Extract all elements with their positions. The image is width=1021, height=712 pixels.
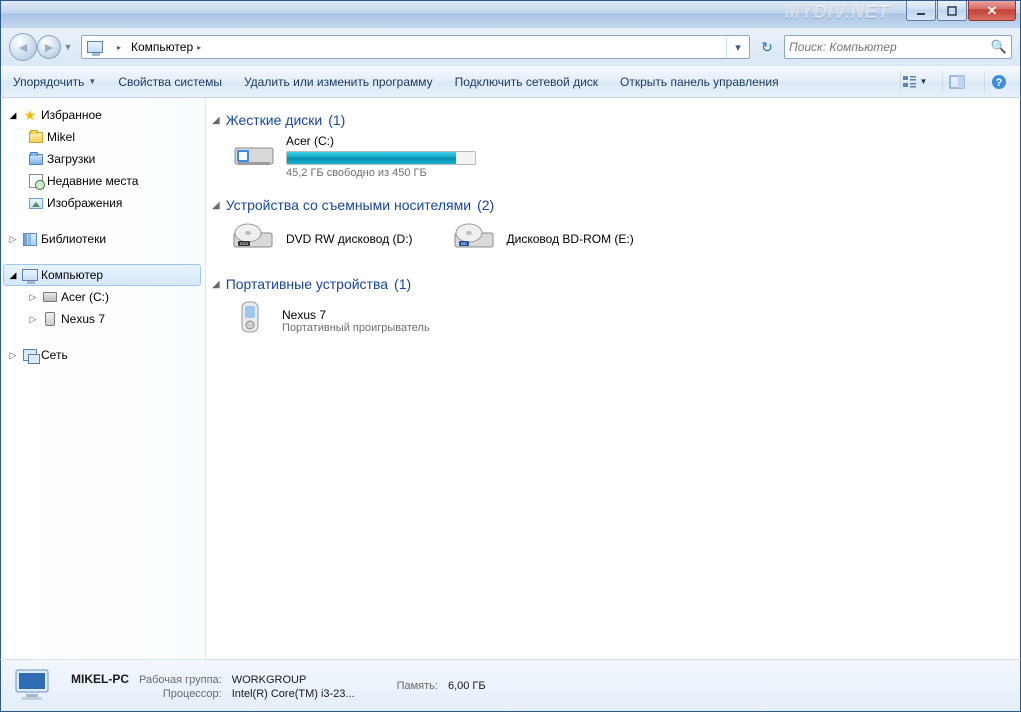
folder-icon (27, 129, 45, 145)
content-pane: ◢ Жесткие диски (1) Acer (C:) 45,2 ГБ (206, 98, 1020, 659)
search-box[interactable]: 🔍 (784, 35, 1012, 59)
chevron-right-icon[interactable]: ▷ (27, 314, 39, 325)
star-icon: ★ (21, 107, 39, 123)
system-properties-button[interactable]: Свойства системы (114, 73, 226, 91)
optical-drive-icon: BD (453, 219, 495, 258)
sidebar-item-nexus7[interactable]: ▷ Nexus 7 (1, 308, 205, 330)
organize-menu[interactable]: Упорядочить▼ (9, 73, 100, 91)
address-dropdown[interactable]: ▾ (727, 36, 749, 58)
recent-icon (27, 173, 45, 189)
drive-acer-c[interactable]: Acer (C:) 45,2 ГБ свободно из 450 ГБ (206, 134, 1010, 179)
details-pane: MIKEL-PC Рабочая группа: WORKGROUP Проце… (0, 659, 1021, 712)
uninstall-program-button[interactable]: Удалить или изменить программу (240, 73, 437, 91)
breadcrumb-root[interactable]: ▸ (108, 36, 126, 58)
status-cpu: Intel(R) Core(TM) i3-23... (232, 688, 355, 700)
group-hard-disks: ◢ Жесткие диски (1) Acer (C:) 45,2 ГБ (206, 108, 1010, 179)
chevron-down-icon[interactable]: ◢ (7, 110, 19, 121)
search-input[interactable] (789, 40, 991, 54)
device-subtitle: Портативный проигрыватель (282, 322, 430, 334)
computer-icon (21, 267, 39, 283)
computer-icon (84, 36, 106, 58)
preview-pane-button[interactable] (942, 71, 970, 93)
drive-name: DVD RW дисковод (D:) (286, 232, 413, 246)
sidebar-computer[interactable]: ◢ Компьютер (3, 264, 201, 286)
open-control-panel-button[interactable]: Открыть панель управления (616, 73, 783, 91)
hdd-icon (232, 134, 276, 170)
status-cpu-label: Процессор: (139, 688, 222, 700)
device-nexus7[interactable]: Nexus 7 Портативный проигрыватель (232, 298, 430, 343)
sidebar-item-acer-c[interactable]: ▷ Acer (C:) (1, 286, 205, 308)
group-header-removable[interactable]: ◢ Устройства со съемными носителями (2) (206, 193, 1010, 219)
pictures-icon (27, 195, 45, 211)
minimize-button[interactable] (906, 1, 936, 21)
group-header-portable[interactable]: ◢ Портативные устройства (1) (206, 272, 1010, 298)
status-pc-name: MIKEL-PC (71, 672, 129, 686)
chevron-right-icon[interactable]: ▷ (27, 292, 39, 303)
forward-button[interactable]: ► (37, 35, 61, 59)
chevron-down-icon: ◢ (212, 115, 220, 126)
back-button[interactable]: ◄ (9, 33, 37, 61)
device-name: Nexus 7 (282, 308, 430, 322)
sidebar-favorites[interactable]: ◢ ★ Избранное (1, 104, 205, 126)
folder-icon (27, 151, 45, 167)
libraries-icon (21, 231, 39, 247)
breadcrumb-computer[interactable]: Компьютер▸ (126, 36, 206, 58)
navigation-row: ◄ ► ▼ ▸ Компьютер▸ ▾ ↻ 🔍 (0, 28, 1021, 66)
phone-icon (41, 311, 59, 327)
drive-name: Acer (C:) (286, 134, 476, 148)
help-button[interactable]: ? (984, 71, 1012, 93)
svg-text:BD: BD (461, 241, 467, 246)
close-button[interactable]: ✕ (968, 1, 1016, 21)
drive-dvd-d[interactable]: DVD DVD RW дисковод (D:) (232, 219, 413, 258)
group-removable: ◢ Устройства со съемными носителями (2) … (206, 193, 1010, 258)
network-icon (21, 347, 39, 363)
drive-bd-e[interactable]: BD Дисковод BD-ROM (E:) (453, 219, 634, 258)
computer-icon (11, 666, 59, 706)
sidebar-item-pictures[interactable]: Изображения (1, 192, 205, 214)
chevron-right-icon[interactable]: ▷ (7, 234, 19, 245)
refresh-button[interactable]: ↻ (756, 36, 778, 58)
capacity-bar (286, 151, 476, 165)
chevron-down-icon[interactable]: ◢ (7, 270, 19, 281)
watermark: MYDIV.NET (785, 3, 890, 21)
group-header-hdd[interactable]: ◢ Жесткие диски (1) (206, 108, 1010, 134)
svg-text:DVD: DVD (240, 241, 249, 246)
map-network-drive-button[interactable]: Подключить сетевой диск (451, 73, 602, 91)
sidebar-network[interactable]: ▷ Сеть (1, 344, 205, 366)
view-mode-button[interactable]: ▼ (900, 71, 928, 93)
media-player-icon (232, 298, 270, 343)
sidebar-item-recent[interactable]: Недавние места (1, 170, 205, 192)
address-bar[interactable]: ▸ Компьютер▸ ▾ (81, 35, 750, 59)
status-memory-label: Память: (397, 680, 438, 692)
status-workgroup-label: Рабочая группа: (139, 674, 222, 686)
history-dropdown[interactable]: ▼ (61, 33, 75, 61)
chevron-down-icon: ◢ (212, 200, 220, 211)
window-titlebar: MYDIV.NET ✕ (0, 0, 1021, 28)
drive-name: Дисковод BD-ROM (E:) (507, 232, 634, 246)
search-icon: 🔍 (991, 39, 1007, 55)
chevron-down-icon: ◢ (212, 279, 220, 290)
sidebar-libraries[interactable]: ▷ Библиотеки (1, 228, 205, 250)
sidebar-item-downloads[interactable]: Загрузки (1, 148, 205, 170)
command-toolbar: Упорядочить▼ Свойства системы Удалить ил… (0, 66, 1021, 98)
chevron-right-icon[interactable]: ▷ (7, 350, 19, 361)
group-portable: ◢ Портативные устройства (1) Nexus 7 (206, 272, 1010, 343)
status-workgroup: WORKGROUP (232, 674, 355, 686)
drive-icon (41, 289, 59, 305)
capacity-text: 45,2 ГБ свободно из 450 ГБ (286, 167, 476, 179)
optical-drive-icon: DVD (232, 219, 274, 258)
svg-text:?: ? (995, 77, 1002, 89)
sidebar-item-mikel[interactable]: Mikel (1, 126, 205, 148)
maximize-button[interactable] (937, 1, 967, 21)
navigation-pane: ◢ ★ Избранное Mikel Загрузки Недавние ме… (1, 98, 206, 659)
status-memory: 6,00 ГБ (448, 680, 486, 692)
